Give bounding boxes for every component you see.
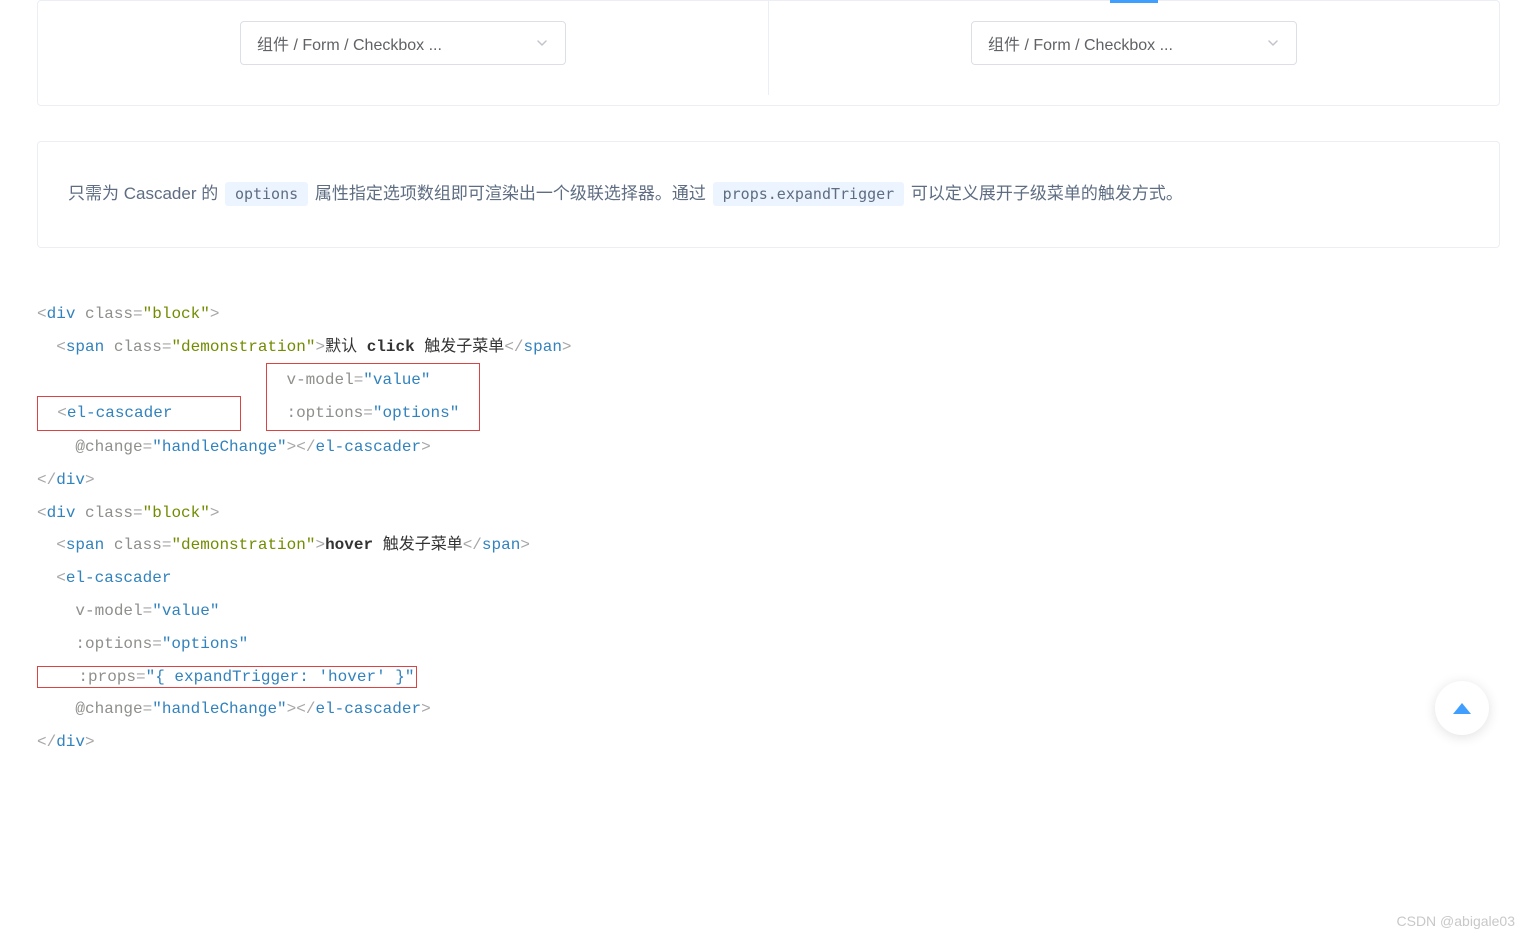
desc-part3: 可以定义展开子级菜单的触发方式。 <box>906 184 1183 203</box>
code-line: :props="{ expandTrigger: 'hover' }" <box>37 666 417 688</box>
code-line: :options="options" <box>37 628 1500 661</box>
code-line: @change="handleChange"></el-cascader> <box>37 693 1500 726</box>
inline-code-expandtrigger: props.expandTrigger <box>713 182 905 206</box>
cascader-text: 组件 / Form / Checkbox ... <box>257 31 442 55</box>
watermark: CSDN @abigale03 <box>1397 913 1516 929</box>
chevron-down-icon <box>1266 36 1280 50</box>
red-highlight-box-1: <el-cascader <box>37 396 241 431</box>
code-line: <div class="block"> <box>37 497 1500 530</box>
red-highlight-box-2: v-model="value" :options="options" <box>266 363 480 431</box>
chevron-down-icon <box>535 36 549 50</box>
active-indicator <box>1110 0 1158 3</box>
demo-block-hover: 组件 / Form / Checkbox ... <box>769 1 1499 95</box>
arrow-up-icon <box>1453 703 1471 714</box>
red-highlight-box-3: :props="{ expandTrigger: 'hover' }" <box>37 661 417 694</box>
code-line: </div> <box>37 726 1500 759</box>
scroll-to-top-button[interactable] <box>1435 681 1489 735</box>
code-line: <span class="demonstration">hover 触发子菜单<… <box>37 529 1500 562</box>
code-line: <span class="demonstration">默认 click 触发子… <box>37 331 1500 364</box>
code-line: @change="handleChange"></el-cascader> <box>37 431 1500 464</box>
cascader-text: 组件 / Form / Checkbox ... <box>988 31 1173 55</box>
description-text: 只需为 Cascader 的 options 属性指定选项数组即可渲染出一个级联… <box>68 174 1469 215</box>
demo-row: 组件 / Form / Checkbox ... 组件 / Form / Che… <box>38 1 1499 95</box>
demo-block-click: 组件 / Form / Checkbox ... <box>38 1 769 95</box>
code-line: </div> <box>37 464 1500 497</box>
desc-part1: 只需为 Cascader 的 <box>68 184 223 203</box>
description-box: 只需为 Cascader 的 options 属性指定选项数组即可渲染出一个级联… <box>37 141 1500 248</box>
code-line: <el-cascader <box>38 397 240 430</box>
desc-part2: 属性指定选项数组即可渲染出一个级联选择器。通过 <box>310 184 710 203</box>
code-line: <div class="block"> <box>37 298 1500 331</box>
cascader-select-2[interactable]: 组件 / Form / Checkbox ... <box>971 21 1297 65</box>
code-line: <el-cascader <box>37 562 1500 595</box>
demo-container: 组件 / Form / Checkbox ... 组件 / Form / Che… <box>37 0 1500 106</box>
code-line: :options="options" <box>267 397 459 430</box>
code-block: <div class="block"> <span class="demonst… <box>37 278 1500 779</box>
inline-code-options: options <box>225 182 308 206</box>
cascader-select-1[interactable]: 组件 / Form / Checkbox ... <box>240 21 566 65</box>
code-line: v-model="value" <box>37 595 1500 628</box>
code-line: v-model="value" <box>267 364 459 397</box>
